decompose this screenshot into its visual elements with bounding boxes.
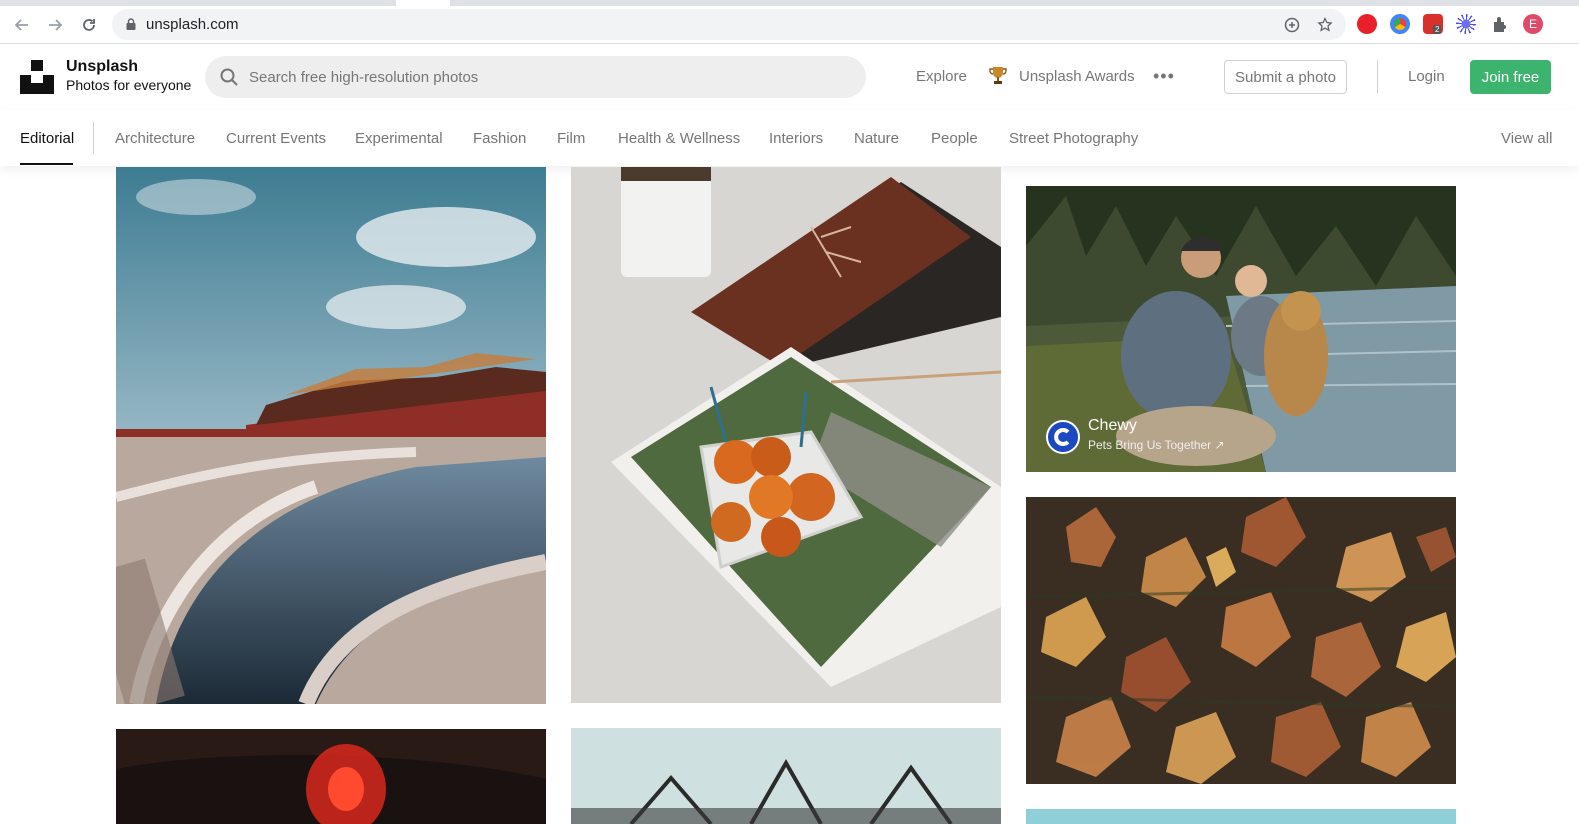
site-header: Unsplash Photos for everyone Explore Uns… [0,44,1579,110]
topic-people[interactable]: People [931,130,978,147]
adblock-icon[interactable]: 2 [1423,14,1443,34]
awards-link[interactable]: Unsplash Awards [1019,68,1135,85]
search-input[interactable] [249,56,849,98]
login-link[interactable]: Login [1408,68,1445,85]
active-topic-indicator [20,163,73,165]
reload-icon[interactable] [79,15,99,35]
view-all-link[interactable]: View all [1501,130,1552,147]
submit-photo-button[interactable]: Submit a photo [1224,60,1347,94]
extension-red-icon[interactable] [1357,14,1377,34]
brand-name[interactable]: Unsplash [66,58,138,76]
trophy-icon [989,67,1007,84]
search-bar[interactable] [205,56,866,98]
photo-sky-partial[interactable] [1026,809,1456,824]
extension-chrome-icon[interactable] [1390,14,1410,34]
photo-forbidden-city[interactable] [116,167,546,704]
topic-health-wellness[interactable]: Health & Wellness [618,130,740,147]
sponsor-name[interactable]: Chewy [1088,417,1137,435]
photo-autumn-leaves[interactable] [1026,497,1456,784]
extension-sparkle-icon[interactable] [1456,14,1476,34]
profile-initial: E [1528,17,1537,31]
adblock-badge: 2 [1433,25,1442,34]
brand-tagline: Photos for everyone [66,77,192,93]
topic-architecture[interactable]: Architecture [115,130,195,147]
topic-nature[interactable]: Nature [854,130,899,147]
join-free-button[interactable]: Join free [1470,60,1551,94]
photo-sketchbook-pumpkins[interactable] [571,167,1001,703]
bookmark-star-icon[interactable] [1317,17,1333,33]
explore-link[interactable]: Explore [916,68,967,85]
topic-film[interactable]: Film [557,130,585,147]
topic-editorial[interactable]: Editorial [20,130,74,147]
topic-current-events[interactable]: Current Events [226,130,326,147]
sponsor-tagline[interactable]: Pets Bring Us Together ↗ [1088,438,1225,452]
header-divider [1377,60,1378,94]
topic-experimental[interactable]: Experimental [355,130,443,147]
photo-red-light[interactable] [116,729,546,824]
profile-avatar[interactable]: E [1523,14,1543,34]
zoom-icon[interactable] [1284,17,1300,33]
topic-fashion[interactable]: Fashion [473,130,526,147]
forward-icon[interactable] [45,15,65,35]
address-bar[interactable]: unsplash.com [112,9,1346,40]
photo-wire-structure[interactable] [571,728,1001,824]
topic-street-photography[interactable]: Street Photography [1009,130,1138,147]
lock-icon[interactable] [126,18,136,30]
topic-interiors[interactable]: Interiors [769,130,823,147]
photo-sponsored-chewy[interactable]: Chewy Pets Bring Us Together ↗ [1026,186,1456,472]
url-text[interactable]: unsplash.com [146,16,239,33]
unsplash-logo-icon[interactable] [20,60,54,94]
topic-nav: Editorial Architecture Current Events Ex… [0,110,1579,166]
more-menu-icon[interactable]: ••• [1153,66,1175,87]
back-icon[interactable] [12,15,32,35]
chewy-logo-icon[interactable] [1046,420,1080,454]
browser-toolbar: unsplash.com 2 E [0,6,1579,44]
extensions-puzzle-icon[interactable] [1490,14,1510,34]
search-icon[interactable] [219,67,239,87]
topic-divider [93,122,94,154]
